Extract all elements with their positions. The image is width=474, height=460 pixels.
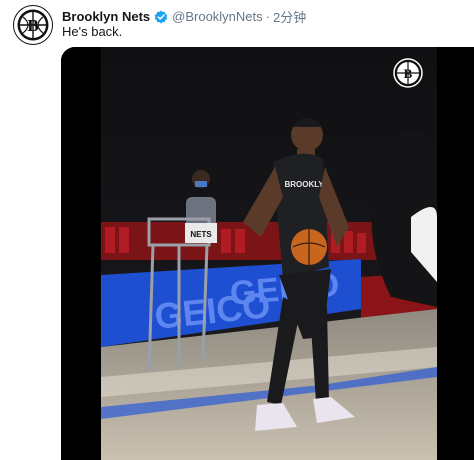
avatar[interactable]: B	[13, 5, 53, 45]
chair-sign: NETS	[190, 230, 212, 239]
author-name[interactable]: Brooklyn Nets	[62, 9, 150, 24]
tweet-timestamp[interactable]: 2分钟	[273, 7, 306, 26]
video-frame: GEICO GEICO NETS BROOKLYN	[61, 47, 474, 460]
svg-text:B: B	[404, 66, 413, 81]
svg-text:B: B	[27, 16, 38, 35]
verified-badge-icon	[154, 10, 168, 24]
nets-b-logo-icon: B	[17, 9, 49, 41]
tweet-video[interactable]: GEICO GEICO NETS BROOKLYN	[61, 47, 474, 460]
nets-b-logo-icon: B	[393, 58, 423, 88]
separator-dot: ·	[265, 9, 270, 24]
author-handle[interactable]: @BrooklynNets	[172, 9, 263, 24]
tweet-header: Brooklyn Nets @BrooklynNets · 2分钟	[62, 7, 464, 26]
tweet-text: He's back.	[62, 24, 123, 39]
